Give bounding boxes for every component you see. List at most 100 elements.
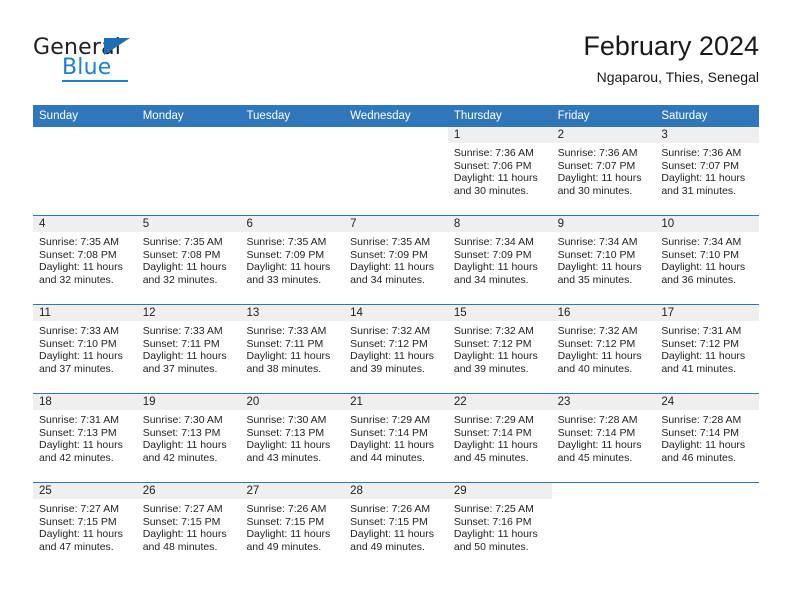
- calendar-grid: Sunday Monday Tuesday Wednesday Thursday Frid…: [33, 105, 760, 571]
- sunset-time: Sunset: 7:14 PM: [557, 426, 636, 439]
- day-cell-24[interactable]: 24 Sunrise: 7:28 AM Sunset: 7:14 PM Dayligh…: [655, 394, 760, 482]
- sunrise-time: Sunrise: 7:26 AM: [350, 503, 431, 515]
- day-number: 23: [551, 394, 656, 410]
- day-number: 11: [33, 305, 137, 321]
- day-cell-28[interactable]: 28 Sunrise: 7:26 AM Sunset: 7:15 PM Dayligh…: [344, 483, 448, 571]
- daylight-duration-line1: Daylight: 11 hours: [661, 439, 746, 452]
- day-cell-3[interactable]: 3 Sunrise: 7:36 AM Sunset: 7:07 PM Daylight…: [655, 127, 760, 215]
- daylight-duration-line1: Daylight: 11 hours: [557, 350, 642, 363]
- day-details: Sunrise: 7:36 AM Sunset: 7:07 PM Daylight:…: [552, 143, 656, 197]
- sunset-time: Sunset: 7:14 PM: [350, 426, 428, 439]
- daylight-duration-line2: and 32 minutes.: [142, 273, 218, 286]
- daylight-duration-line1: Daylight: 11 hours: [142, 261, 227, 274]
- day-cell-6[interactable]: 6 Sunrise: 7:35 AM Sunset: 7:09 PM Daylight…: [240, 216, 345, 304]
- sunrise-time: Sunrise: 7:25 AM: [453, 503, 534, 515]
- weekday-header-saturday: Saturday: [661, 110, 708, 122]
- sunrise-time: Sunrise: 7:36 AM: [661, 147, 742, 159]
- weekday-header-thursday: Thursday: [453, 110, 502, 122]
- daylight-duration-line2: and 32 minutes.: [39, 273, 114, 286]
- sunset-time: Sunset: 7:15 PM: [350, 515, 428, 528]
- sunrise-time: Sunrise: 7:29 AM: [453, 414, 534, 426]
- day-cell-5[interactable]: 5 Sunrise: 7:35 AM Sunset: 7:08 PM Daylight…: [136, 216, 241, 304]
- general-blue-logo[interactable]: General Blue: [33, 36, 153, 88]
- day-number: 24: [655, 394, 760, 410]
- day-number: 25: [33, 483, 137, 499]
- day-cell-19[interactable]: 19 Sunrise: 7:30 AM Sunset: 7:13 PM Dayligh…: [136, 394, 241, 482]
- day-number: 8: [447, 216, 552, 232]
- daylight-duration-line1: Daylight: 11 hours: [557, 439, 642, 452]
- day-cell-empty: [33, 127, 137, 215]
- sunset-time: Sunset: 7:13 PM: [39, 426, 117, 439]
- day-cell-15[interactable]: 15 Sunrise: 7:32 AM Sunset: 7:12 PM Dayligh…: [447, 305, 552, 393]
- page-header: General Blue February 2024 Ngaparou, Thi…: [33, 30, 759, 98]
- day-number: [33, 127, 137, 143]
- day-cell-22[interactable]: 22 Sunrise: 7:29 AM Sunset: 7:14 PM Dayligh…: [447, 394, 552, 482]
- daylight-duration-line2: and 38 minutes.: [246, 362, 322, 375]
- calendar-week-row: 18 Sunrise: 7:31 AM Sunset: 7:13 PM Dayligh…: [33, 393, 760, 482]
- day-cell-8[interactable]: 8 Sunrise: 7:34 AM Sunset: 7:09 PM Daylight…: [447, 216, 552, 304]
- day-cell-4[interactable]: 4 Sunrise: 7:35 AM Sunset: 7:08 PM Daylight…: [33, 216, 137, 304]
- daylight-duration-line2: and 39 minutes.: [350, 362, 425, 375]
- sunset-time: Sunset: 7:09 PM: [350, 248, 428, 261]
- weekday-header-sunday: Sunday: [39, 110, 79, 122]
- day-details: Sunrise: 7:33 AM Sunset: 7:10 PM Daylight:…: [33, 321, 137, 375]
- day-number: 16: [551, 305, 656, 321]
- day-cell-empty: [137, 127, 241, 215]
- day-cell-empty: [240, 127, 344, 215]
- day-number: 14: [344, 305, 448, 321]
- sunset-time: Sunset: 7:08 PM: [142, 248, 221, 261]
- daylight-duration-line2: and 42 minutes.: [142, 451, 218, 464]
- day-details: Sunrise: 7:36 AM Sunset: 7:06 PM Daylight:…: [448, 143, 552, 197]
- day-cell-12[interactable]: 12 Sunrise: 7:33 AM Sunset: 7:11 PM Dayligh…: [136, 305, 241, 393]
- sunrise-time: Sunrise: 7:28 AM: [661, 414, 742, 426]
- day-cell-7[interactable]: 7 Sunrise: 7:35 AM Sunset: 7:09 PM Daylight…: [344, 216, 448, 304]
- daylight-duration-line2: and 47 minutes.: [39, 540, 114, 553]
- day-number: 2: [551, 127, 656, 143]
- day-cell-14[interactable]: 14 Sunrise: 7:32 AM Sunset: 7:12 PM Dayligh…: [344, 305, 448, 393]
- day-cell-2[interactable]: 2 Sunrise: 7:36 AM Sunset: 7:07 PM Daylight…: [551, 127, 656, 215]
- daylight-duration-line1: Daylight: 11 hours: [557, 261, 642, 274]
- daylight-duration-line2: and 45 minutes.: [557, 451, 633, 464]
- day-number: [240, 127, 344, 143]
- sunset-time: Sunset: 7:15 PM: [246, 515, 325, 528]
- day-number: 13: [240, 305, 345, 321]
- sunrise-time: Sunrise: 7:32 AM: [453, 325, 534, 337]
- day-details: Sunrise: 7:26 AM Sunset: 7:15 PM Daylight:…: [344, 499, 448, 553]
- day-cell-23[interactable]: 23 Sunrise: 7:28 AM Sunset: 7:14 PM Dayligh…: [551, 394, 656, 482]
- day-cell-27[interactable]: 27 Sunrise: 7:26 AM Sunset: 7:15 PM Dayligh…: [240, 483, 345, 571]
- day-cell-21[interactable]: 21 Sunrise: 7:29 AM Sunset: 7:14 PM Dayligh…: [344, 394, 448, 482]
- sunrise-time: Sunrise: 7:27 AM: [39, 503, 119, 515]
- day-cell-16[interactable]: 16 Sunrise: 7:32 AM Sunset: 7:12 PM Dayligh…: [551, 305, 656, 393]
- day-cell-29[interactable]: 29 Sunrise: 7:25 AM Sunset: 7:16 PM Dayligh…: [447, 483, 552, 571]
- daylight-duration-line2: and 50 minutes.: [453, 540, 529, 553]
- sunset-time: Sunset: 7:10 PM: [39, 337, 117, 350]
- day-cell-13[interactable]: 13 Sunrise: 7:33 AM Sunset: 7:11 PM Dayligh…: [240, 305, 345, 393]
- day-cell-17[interactable]: 17 Sunrise: 7:31 AM Sunset: 7:12 PM Dayligh…: [655, 305, 760, 393]
- day-cell-10[interactable]: 10 Sunrise: 7:34 AM Sunset: 7:10 PM Dayligh…: [655, 216, 760, 304]
- day-cell-18[interactable]: 18 Sunrise: 7:31 AM Sunset: 7:13 PM Dayligh…: [33, 394, 137, 482]
- day-cell-9[interactable]: 9 Sunrise: 7:34 AM Sunset: 7:10 PM Daylight…: [551, 216, 656, 304]
- daylight-duration-line1: Daylight: 11 hours: [246, 439, 331, 452]
- sunrise-time: Sunrise: 7:32 AM: [557, 325, 638, 337]
- sunset-time: Sunset: 7:15 PM: [39, 515, 117, 528]
- day-number: 27: [240, 483, 345, 499]
- day-cell-26[interactable]: 26 Sunrise: 7:27 AM Sunset: 7:15 PM Dayligh…: [136, 483, 241, 571]
- daylight-duration-line2: and 40 minutes.: [557, 362, 633, 375]
- day-cell-11[interactable]: 11 Sunrise: 7:33 AM Sunset: 7:10 PM Dayligh…: [33, 305, 137, 393]
- day-number: [344, 127, 448, 143]
- day-cell-20[interactable]: 20 Sunrise: 7:30 AM Sunset: 7:13 PM Dayligh…: [240, 394, 345, 482]
- day-cell-1[interactable]: 1 Sunrise: 7:36 AM Sunset: 7:06 PM Daylight…: [447, 127, 552, 215]
- day-details: Sunrise: 7:35 AM Sunset: 7:09 PM Daylight:…: [344, 232, 448, 286]
- daylight-duration-line1: Daylight: 11 hours: [350, 261, 435, 274]
- day-number: 18: [33, 394, 137, 410]
- daylight-duration-line1: Daylight: 11 hours: [246, 528, 331, 541]
- day-number: 1: [447, 127, 552, 143]
- day-cell-25[interactable]: 25 Sunrise: 7:27 AM Sunset: 7:15 PM Dayligh…: [33, 483, 137, 571]
- daylight-duration-line1: Daylight: 11 hours: [453, 528, 538, 541]
- day-details: Sunrise: 7:34 AM Sunset: 7:10 PM Daylight:…: [552, 232, 656, 286]
- day-cell-empty: [552, 483, 656, 571]
- daylight-duration-line2: and 37 minutes.: [39, 362, 114, 375]
- daylight-duration-line2: and 31 minutes.: [661, 184, 737, 197]
- daylight-duration-line1: Daylight: 11 hours: [39, 350, 123, 363]
- logo-underline: [62, 80, 128, 82]
